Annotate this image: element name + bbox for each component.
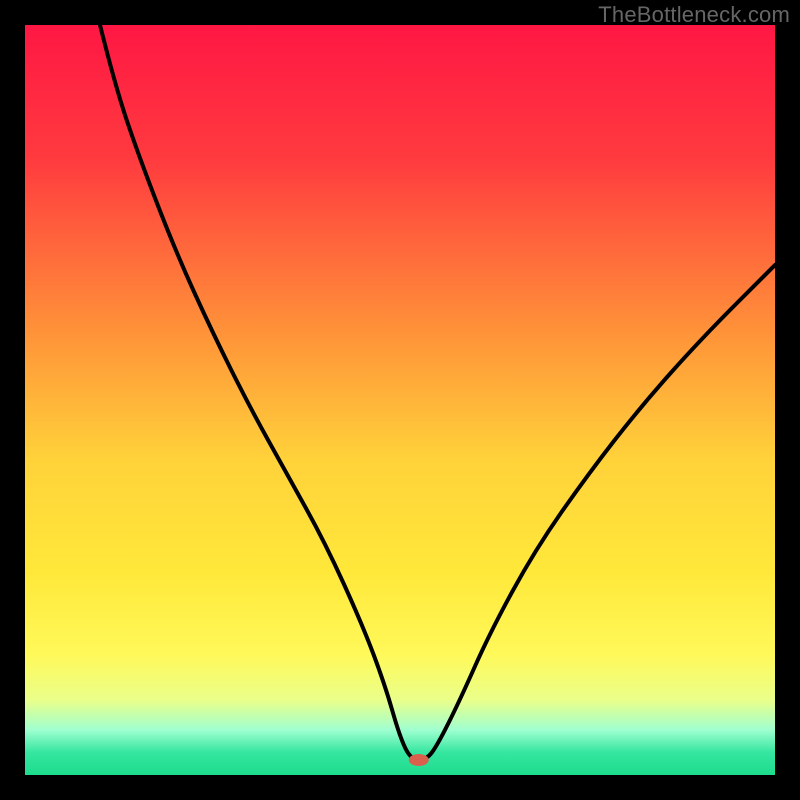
optimal-point-marker <box>409 754 429 766</box>
chart-background-gradient <box>25 25 775 775</box>
chart-frame <box>25 25 775 775</box>
bottleneck-chart <box>25 25 775 775</box>
